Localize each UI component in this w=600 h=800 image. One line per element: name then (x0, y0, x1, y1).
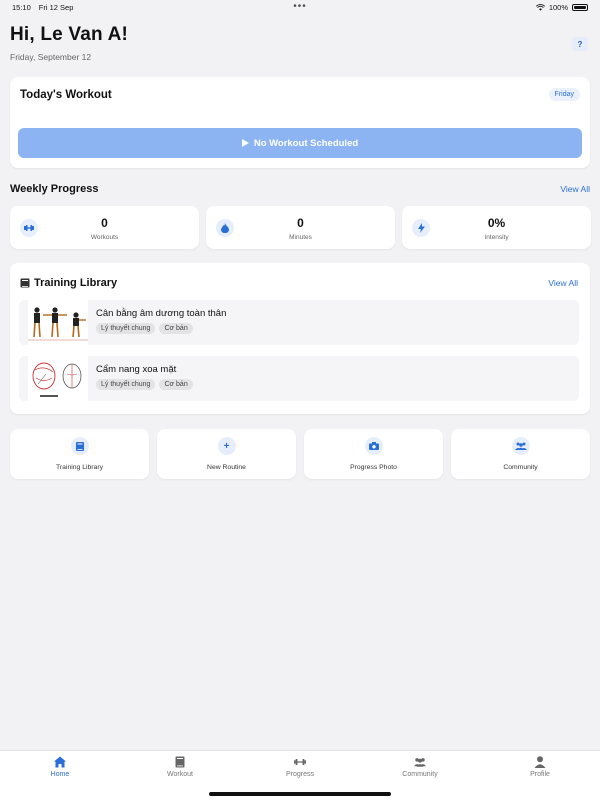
library-item-tags: Lý thuyết chung Cơ bản (96, 323, 193, 334)
plus-icon: + (217, 437, 236, 455)
tab-label: Community (402, 771, 438, 778)
quick-action-progress-photo[interactable]: Progress Photo (304, 429, 443, 479)
stat-label: Workouts (90, 234, 119, 241)
training-library-title: Training Library (34, 277, 118, 289)
quick-action-label: Community (503, 464, 538, 471)
dumbbell-icon (294, 759, 306, 765)
todays-workout-card: Today's Workout Friday No Workout Schedu… (10, 77, 590, 168)
tab-label: Home (50, 771, 70, 778)
status-time: 15:10 (12, 2, 31, 12)
weekly-view-all-link[interactable]: View All (560, 184, 590, 194)
quick-action-new-routine[interactable]: + New Routine (157, 429, 296, 479)
current-date: Friday, September 12 (10, 52, 92, 62)
no-workout-label: No Workout Scheduled (253, 137, 359, 149)
book-icon (175, 756, 185, 768)
weekly-progress-header: Weekly Progress View All (10, 183, 590, 195)
stat-card-minutes[interactable]: 0 Minutes (206, 206, 395, 249)
weekly-progress-title: Weekly Progress (10, 183, 99, 195)
stat-card-intensity[interactable]: 0% Intensity (402, 206, 591, 249)
stat-label: Minutes (289, 234, 312, 241)
battery-icon (572, 3, 588, 11)
battery-percent: 100% (548, 2, 568, 12)
home-indicator[interactable] (209, 792, 391, 796)
training-library-header: Training Library View All (20, 277, 578, 289)
quick-action-label: Progress Photo (350, 464, 397, 471)
wifi-icon (535, 3, 545, 11)
greeting: Hi, Le Van A! (10, 24, 129, 45)
person-icon (534, 756, 546, 768)
list-item[interactable]: Cẩm nang xoa mặt Lý thuyết chung Cơ bản (19, 356, 579, 401)
multitasking-dots-icon[interactable]: ••• (293, 2, 307, 12)
tab-label: Progress (285, 771, 314, 778)
stat-card-workouts[interactable]: 0 Workouts (10, 206, 199, 249)
tag: Cơ bản (159, 379, 193, 390)
question-icon[interactable]: ? (572, 37, 588, 51)
library-item-tags: Lý thuyết chung Cơ bản (96, 379, 193, 390)
library-item-name: Cẩm nang xoa mặt (96, 364, 177, 375)
tag: Lý thuyết chung (96, 323, 156, 334)
quick-action-community[interactable]: Community (451, 429, 590, 479)
quick-action-label: New Routine (207, 464, 246, 471)
training-library-card: Training Library View All Cân bằng âm dư… (10, 263, 590, 414)
library-item-name: Cân bằng âm dương toàn thân (96, 308, 227, 319)
stat-label: Intensity (484, 234, 509, 241)
todays-workout-title: Today's Workout (20, 89, 112, 101)
library-view-all-link[interactable]: View All (548, 278, 578, 288)
status-bar: 15:10 Fri 12 Sep ••• 100% (0, 0, 600, 14)
status-date: Fri 12 Sep (38, 2, 74, 12)
quick-action-training-library[interactable]: Training Library (10, 429, 149, 479)
stat-value: 0 (101, 216, 108, 230)
tab-label: Profile (530, 771, 550, 778)
home-icon (54, 756, 66, 768)
people-icon (511, 437, 530, 455)
quick-action-label: Training Library (56, 464, 103, 471)
people-icon (414, 758, 426, 767)
face-massage-illustration (28, 356, 88, 401)
tab-label: Workout (167, 771, 193, 778)
header: Hi, Le Van A! Friday, September 12 ? (10, 24, 590, 62)
book-icon (70, 437, 89, 455)
tag: Cơ bản (159, 323, 193, 334)
tab-profile[interactable]: Profile (480, 751, 600, 800)
list-item[interactable]: Cân bằng âm dương toàn thân Lý thuyết ch… (19, 300, 579, 345)
camera-icon (364, 437, 383, 455)
tag: Lý thuyết chung (96, 379, 156, 390)
tab-home[interactable]: Home (0, 751, 120, 800)
exercise-illustration (28, 300, 88, 345)
day-badge: Friday (548, 88, 580, 101)
play-icon (241, 139, 249, 147)
stat-value: 0 (297, 216, 304, 230)
no-workout-button[interactable]: No Workout Scheduled (18, 128, 582, 158)
stat-value: 0% (487, 216, 506, 230)
book-icon (20, 278, 30, 288)
